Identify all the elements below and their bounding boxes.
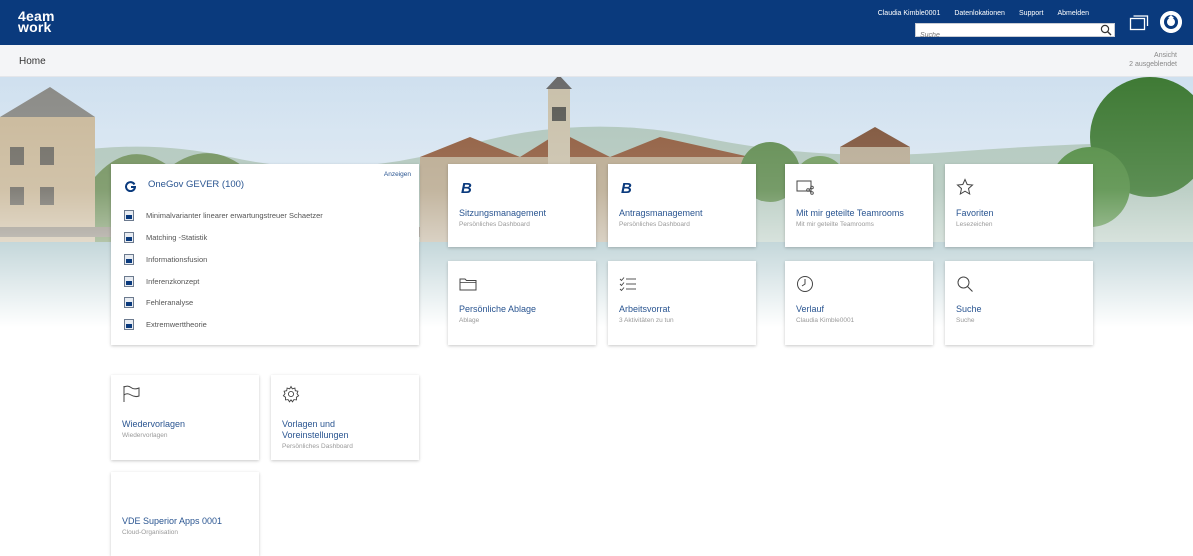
tile-persoenliche-ablage[interactable]: Persönliche Ablage Ablage (448, 261, 596, 345)
gever-list-item[interactable]: Informationsfusion (124, 253, 207, 265)
tile-antragsmanagement[interactable]: B Antragsmanagement Persönliches Dashboa… (608, 164, 756, 247)
b-logo-icon: B (621, 180, 632, 196)
windows-icon[interactable] (1129, 14, 1149, 32)
svg-text:B: B (621, 180, 632, 196)
gever-list-item[interactable]: Minimalvarianter linearer erwartungstreu… (124, 209, 323, 221)
search-input[interactable] (916, 29, 1096, 42)
gever-card[interactable]: OneGov GEVER (100) Anzeigen Minimalvaria… (111, 164, 419, 345)
logo-line-2: work (18, 19, 52, 35)
gever-show-button[interactable]: Anzeigen (384, 171, 411, 178)
tile-subtitle: Wiedervorlagen (122, 432, 168, 439)
gever-list-item[interactable]: Inferenzkonzept (124, 275, 199, 287)
teamwork-logo[interactable]: 4eam work (18, 9, 55, 35)
tile-subtitle: Claudia Kimble0001 (796, 317, 855, 324)
gear-icon (282, 385, 300, 403)
view-label: Ansicht (1154, 52, 1177, 59)
gever-item-label: Matching -Statistik (146, 232, 208, 242)
svg-text:B: B (461, 180, 472, 196)
gever-item-label: Minimalvarianter linearer erwartungstreu… (146, 210, 323, 220)
tile-verlauf[interactable]: Verlauf Claudia Kimble0001 (785, 261, 933, 345)
document-icon (124, 231, 134, 243)
tile-title: Mit mir geteilte Teamrooms (796, 208, 904, 218)
tile-title-line-2: Voreinstellungen (282, 430, 349, 440)
tile-wiedervorlagen[interactable]: Wiedervorlagen Wiedervorlagen (111, 375, 259, 460)
tile-title: VDE Superior Apps 0001 (122, 516, 223, 526)
tile-title: Suche (956, 304, 982, 314)
tile-arbeitsvorrat[interactable]: Arbeitsvorrat 3 Aktivitäten zu tun (608, 261, 756, 345)
tile-subtitle: Suche (956, 317, 975, 324)
tile-subtitle: Ablage (459, 317, 480, 324)
tile-title: Persönliche Ablage (459, 304, 537, 314)
header-search (915, 23, 1115, 42)
tile-subtitle: Mit mir geteilte Teamrooms (796, 221, 874, 228)
breadcrumb-bar: Home Ansicht 2 ausgeblendet (0, 45, 1193, 77)
flag-icon (123, 385, 140, 402)
tile-title: Wiedervorlagen (122, 419, 186, 429)
folder-icon (459, 278, 477, 291)
tile-subtitle: Persönliches Dashboard (619, 221, 690, 228)
tile-sitzungsmanagement[interactable]: B Sitzungsmanagement Persönliches Dashbo… (448, 164, 596, 247)
gever-list-item[interactable]: Extremwerttheorie (124, 318, 207, 330)
gever-item-label: Informationsfusion (146, 254, 208, 264)
clock-icon (797, 276, 813, 292)
gever-title[interactable]: OneGov GEVER (100) (148, 179, 244, 190)
tile-teamrooms[interactable]: Mit mir geteilte Teamrooms Mit mir getei… (785, 164, 933, 247)
nav-abmelden[interactable]: Abmelden (1057, 10, 1089, 17)
gever-item-label: Inferenzkonzept (146, 276, 200, 286)
tile-subtitle: Persönliches Dashboard (459, 221, 530, 228)
view-hidden-count: 2 ausgeblendet (1129, 61, 1177, 68)
search-icon (957, 276, 973, 292)
tile-title-line-1: Vorlagen und (282, 419, 336, 429)
tile-subtitle: Cloud-Organisation (122, 529, 179, 536)
tile-subtitle: Persönliches Dashboard (282, 443, 353, 450)
tile-subtitle: Lesezeichen (956, 221, 993, 228)
gever-item-label: Extremwerttheorie (146, 319, 207, 329)
nav-datenlokationen[interactable]: Datenlokationen (954, 10, 1005, 17)
gever-list-item[interactable]: Matching -Statistik (124, 231, 207, 243)
tile-subtitle: 3 Aktivitäten zu tun (619, 317, 674, 324)
shared-screen-icon (796, 180, 814, 195)
tile-title: Vorlagen und Voreinstellungen (282, 419, 349, 441)
avatar-icon[interactable] (1160, 11, 1182, 33)
gever-logo-icon (125, 181, 136, 192)
star-icon (956, 178, 974, 196)
tile-title: Antragsmanagement (619, 208, 703, 218)
nav-user[interactable]: Claudia Kimble0001 (878, 10, 941, 17)
tile-suche[interactable]: Suche Suche (945, 261, 1093, 345)
top-nav: Claudia Kimble0001 Datenlokationen Suppo… (878, 10, 1089, 17)
gever-list-item[interactable]: Fehleranalyse (124, 296, 193, 308)
tile-vde-superior-apps[interactable]: VDE Superior Apps 0001 Cloud-Organisatio… (111, 472, 259, 556)
document-icon (124, 253, 134, 265)
document-icon (124, 296, 134, 308)
top-header: 4eam work Claudia Kimble0001 Datenlokati… (0, 0, 1193, 45)
tile-title: Verlauf (796, 304, 825, 314)
tile-favoriten[interactable]: Favoriten Lesezeichen (945, 164, 1093, 247)
nav-support[interactable]: Support (1019, 10, 1044, 17)
breadcrumb-home[interactable]: Home (19, 56, 46, 67)
checklist-icon (619, 277, 636, 292)
document-icon (124, 318, 134, 330)
tile-title: Favoriten (956, 208, 994, 218)
document-icon (124, 275, 134, 287)
b-logo-icon: B (461, 180, 472, 196)
gever-item-label: Fehleranalyse (146, 297, 194, 307)
tile-vorlagen[interactable]: Vorlagen und Voreinstellungen Persönlich… (271, 375, 419, 460)
tile-title: Sitzungsmanagement (459, 208, 547, 218)
search-icon[interactable] (1100, 24, 1112, 36)
document-icon (124, 209, 134, 221)
view-settings[interactable]: Ansicht 2 ausgeblendet (1129, 51, 1177, 69)
tile-title: Arbeitsvorrat (619, 304, 671, 314)
